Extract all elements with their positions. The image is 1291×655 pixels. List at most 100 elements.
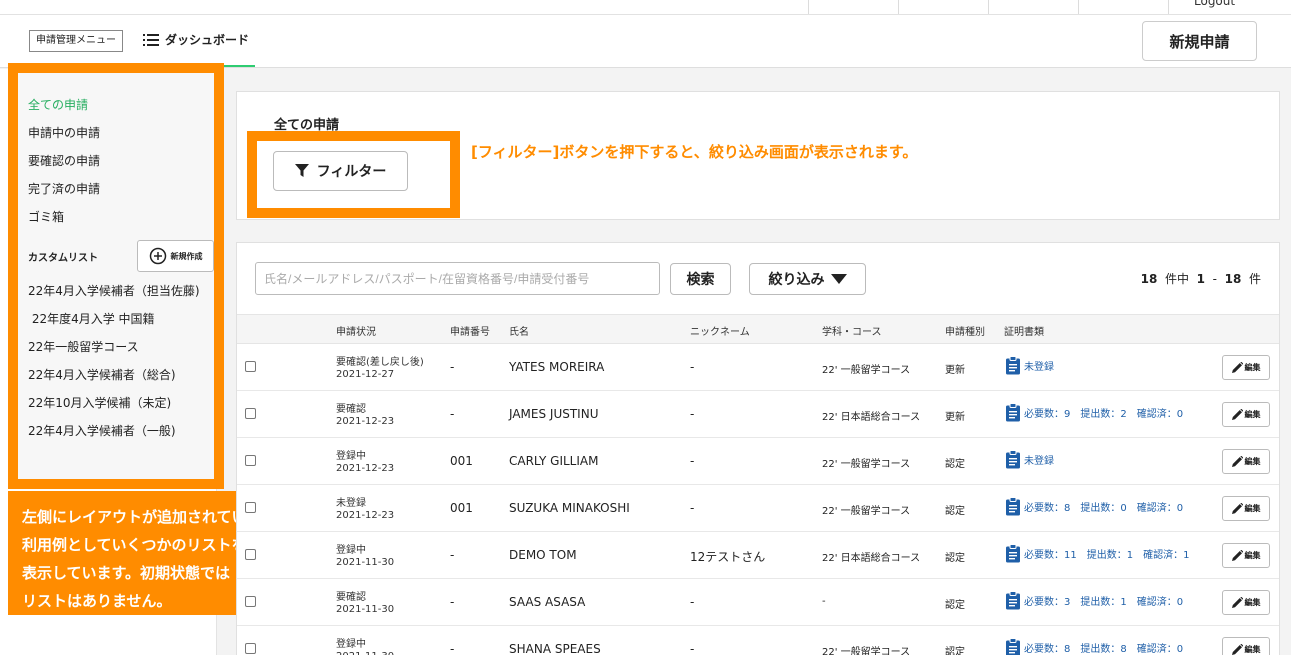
column-header-status[interactable]: 申請状況 bbox=[336, 323, 376, 338]
row-course: 22' 日本語総合コース bbox=[822, 412, 921, 423]
search-button[interactable]: 検索 bbox=[670, 263, 731, 295]
row-documents-link[interactable]: 必要数：11 提出数：1 確認済：1 bbox=[1005, 544, 1189, 563]
row-date: 2021-11-30 bbox=[336, 651, 394, 655]
clipboard-icon bbox=[1006, 638, 1020, 655]
row-date: 2021-12-27 bbox=[336, 369, 395, 380]
clipboard-icon bbox=[1006, 497, 1020, 516]
row-course: 22' 日本語総合コース bbox=[822, 553, 921, 564]
row-course: - bbox=[822, 596, 826, 607]
row-checkbox[interactable] bbox=[245, 643, 256, 654]
row-documents: 必要数：8 提出数：8 確認済：0 bbox=[1024, 644, 1184, 655]
row-checkbox[interactable] bbox=[245, 549, 256, 560]
top-strip-divider bbox=[1168, 0, 1169, 14]
column-header-nickname[interactable]: ニックネーム bbox=[690, 323, 750, 338]
edit-button[interactable]: 編集 bbox=[1222, 496, 1270, 521]
table-row[interactable]: 未登録 2021-12-23 001 SUZUKA MINAKOSHI - 22' 一般留… bbox=[237, 485, 1279, 532]
row-type: 認定 bbox=[945, 459, 965, 470]
column-header-name[interactable]: 氏名 bbox=[509, 323, 529, 338]
row-status: 登録中 bbox=[336, 639, 366, 650]
edit-button[interactable]: 編集 bbox=[1222, 590, 1270, 615]
edit-button[interactable]: 編集 bbox=[1222, 543, 1270, 568]
custom-list-item[interactable]: 22年4月入学候補者（一般) bbox=[28, 417, 214, 445]
edit-button[interactable]: 編集 bbox=[1222, 637, 1270, 655]
table-row[interactable]: 登録中 2021-11-30 - DEMO TOM 12テストさん 22' 日本語総合コー… bbox=[237, 532, 1279, 579]
row-checkbox[interactable] bbox=[245, 408, 256, 419]
create-list-button[interactable]: 新規作成 bbox=[137, 240, 214, 272]
sidebar-item-trash[interactable]: ゴミ箱 bbox=[28, 203, 214, 231]
custom-list-item[interactable]: 22年4月入学候補者（担当佐藤) bbox=[28, 277, 214, 305]
row-documents-link[interactable]: 未登録 bbox=[1005, 450, 1054, 469]
sidebar-item-all[interactable]: 全ての申請 bbox=[28, 91, 214, 119]
row-number: - bbox=[450, 548, 455, 562]
custom-list-item[interactable]: 22年4月入学候補者（総合) bbox=[28, 361, 214, 389]
clipboard-icon bbox=[1006, 450, 1020, 469]
row-documents-link[interactable]: 必要数：3 提出数：1 確認済：0 bbox=[1005, 591, 1183, 610]
row-documents: 必要数：9 提出数：2 確認済：0 bbox=[1024, 409, 1184, 420]
row-checkbox[interactable] bbox=[245, 361, 256, 372]
row-documents-link[interactable]: 未登録 bbox=[1005, 356, 1054, 375]
sidebar-item-in-progress[interactable]: 申請中の申請 bbox=[28, 119, 214, 147]
row-number: - bbox=[450, 407, 455, 421]
table-row[interactable]: 要確認(差し戻し後) 2021-12-27 - YATES MOREIRA - 22' 一… bbox=[237, 344, 1279, 391]
edit-label: 編集 bbox=[1244, 551, 1261, 560]
row-documents: 必要数：11 提出数：1 確認済：1 bbox=[1024, 550, 1190, 561]
custom-list-item[interactable]: 22年度4月入学 中国籍 bbox=[28, 305, 214, 333]
row-documents-link[interactable]: 必要数：8 提出数：8 確認済：0 bbox=[1005, 638, 1183, 655]
custom-list-item[interactable]: 22年10月入学候補（未定) bbox=[28, 389, 214, 417]
sidebar-item-needs-review[interactable]: 要確認の申請 bbox=[28, 147, 214, 175]
column-header-course[interactable]: 学科・コース bbox=[822, 323, 882, 338]
row-checkbox[interactable] bbox=[245, 596, 256, 607]
pencil-icon bbox=[1231, 644, 1243, 655]
row-number: 001 bbox=[450, 501, 473, 515]
row-documents-link[interactable]: 必要数：9 提出数：2 確認済：0 bbox=[1005, 403, 1183, 422]
clipboard-icon bbox=[1006, 356, 1020, 375]
edit-label: 編集 bbox=[1244, 504, 1261, 513]
row-number: - bbox=[450, 595, 455, 609]
custom-list-item[interactable]: 22年一般留学コース bbox=[28, 333, 214, 361]
pencil-icon bbox=[1231, 409, 1243, 420]
table-row[interactable]: 登録中 2021-12-23 001 CARLY GILLIAM - 22' 一般留学コー… bbox=[237, 438, 1279, 485]
row-type: 更新 bbox=[945, 412, 965, 423]
row-status: 未登録 bbox=[336, 498, 366, 509]
result-count: 18 件中 1 - 18 件 bbox=[1141, 270, 1261, 287]
row-name: CARLY GILLIAM bbox=[509, 454, 599, 468]
logout-link[interactable]: Logout bbox=[1194, 0, 1235, 8]
row-documents-link[interactable]: 必要数：8 提出数：0 確認済：0 bbox=[1005, 497, 1183, 516]
filter-button[interactable]: フィルター bbox=[273, 151, 408, 191]
column-header-documents[interactable]: 証明書類 bbox=[1004, 323, 1044, 338]
narrow-down-button[interactable]: 絞り込み bbox=[749, 263, 866, 295]
dashboard-link[interactable]: ダッシュボード bbox=[143, 31, 249, 48]
row-name: JAMES JUSTINU bbox=[509, 407, 599, 421]
row-documents: 未登録 bbox=[1024, 456, 1054, 467]
sidebar-item-completed[interactable]: 完了済の申請 bbox=[28, 175, 214, 203]
dashboard-label: ダッシュボード bbox=[165, 33, 250, 47]
sidebar-list: 全ての申請 申請中の申請 要確認の申請 完了済の申請 ゴミ箱 カスタムリスト 新… bbox=[28, 91, 214, 445]
table-row[interactable]: 要確認 2021-12-23 - JAMES JUSTINU - 22' 日本語総合コース… bbox=[237, 391, 1279, 438]
filter-panel: 全ての申請 フィルター [フィルター]ボタンを押下すると、絞り込み画面が表示され… bbox=[236, 91, 1280, 220]
application-menu-chip[interactable]: 申請管理メニュー bbox=[29, 30, 123, 52]
search-input[interactable] bbox=[255, 262, 660, 295]
table-row[interactable]: 要確認 2021-11-30 - SAAS ASASA - - 認定 必要数：3 提出数：1 … bbox=[237, 579, 1279, 626]
table-row[interactable]: 登録中2021-11-30 - SHANA SPEAES - 22' 一般留学コース 認定… bbox=[237, 626, 1279, 655]
row-status: 登録中 bbox=[336, 451, 366, 462]
new-application-button[interactable]: 新規申請 bbox=[1142, 21, 1257, 61]
row-type: 更新 bbox=[945, 365, 965, 376]
column-header-type[interactable]: 申請種別 bbox=[945, 323, 985, 338]
row-checkbox[interactable] bbox=[245, 502, 256, 513]
top-strip: Logout bbox=[0, 0, 1291, 15]
column-header-number[interactable]: 申請番号 bbox=[450, 323, 490, 338]
row-type: 認定 bbox=[945, 506, 965, 517]
row-nickname: - bbox=[690, 454, 695, 468]
pencil-icon bbox=[1231, 550, 1243, 561]
edit-button[interactable]: 編集 bbox=[1222, 449, 1270, 474]
row-checkbox[interactable] bbox=[245, 455, 256, 466]
row-documents: 必要数：8 提出数：0 確認済：0 bbox=[1024, 503, 1184, 514]
edit-button[interactable]: 編集 bbox=[1222, 402, 1270, 427]
row-status: 要確認 bbox=[336, 592, 366, 603]
menu-icon bbox=[143, 33, 159, 46]
edit-button[interactable]: 編集 bbox=[1222, 355, 1270, 380]
row-name: SHANA SPEAES bbox=[509, 642, 601, 655]
edit-label: 編集 bbox=[1244, 363, 1261, 372]
count-to: 18 bbox=[1224, 272, 1242, 286]
row-nickname: - bbox=[690, 642, 695, 655]
